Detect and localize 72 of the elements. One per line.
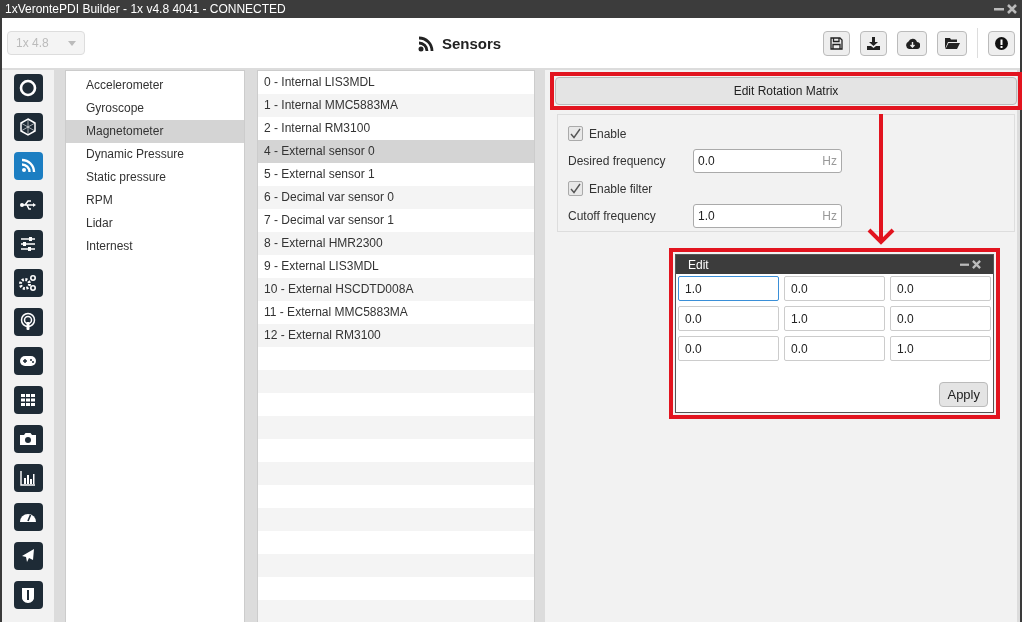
sliders-icon: [18, 234, 38, 254]
nav-button[interactable]: [13, 269, 43, 297]
sensor-item[interactable]: 10 - External HSCDTD008A: [258, 278, 534, 301]
checkbox[interactable]: [568, 181, 583, 196]
cloud-download-icon: [904, 37, 920, 49]
matrix-input[interactable]: 0.0: [784, 336, 885, 361]
matrix-input[interactable]: 0.0: [678, 336, 779, 361]
power-ring-icon: [18, 78, 38, 98]
nav-button[interactable]: [13, 191, 43, 219]
nav-button[interactable]: [13, 308, 43, 336]
close-icon[interactable]: [1007, 4, 1017, 14]
cloud-download-button[interactable]: [897, 30, 927, 56]
checkmark-icon: [570, 128, 581, 139]
field-label: Cutoff frequency: [568, 208, 657, 225]
sensor-item[interactable]: 6 - Decimal var sensor 0: [258, 186, 534, 209]
gears-icon: [18, 273, 38, 293]
matrix-input[interactable]: 1.0: [890, 336, 991, 361]
sensor-item[interactable]: 1 - Internal MMC5883MA: [258, 94, 534, 117]
dialog-title: Edit: [688, 256, 709, 274]
nav-button[interactable]: [13, 230, 43, 258]
matrix-input[interactable]: 1.0: [678, 276, 779, 301]
nav-button[interactable]: [13, 581, 43, 609]
category-item[interactable]: Accelerometer: [66, 74, 244, 97]
checkbox-label: Enable filter: [589, 180, 653, 198]
bar-chart-icon: [18, 468, 38, 488]
input-field[interactable]: 1.0 Hz: [693, 204, 842, 228]
nav-button[interactable]: [13, 113, 43, 141]
exclamation-icon: [995, 36, 1008, 50]
field-label: Desired frequency: [568, 153, 667, 170]
matrix-input[interactable]: 0.0: [890, 276, 991, 301]
sensor-item[interactable]: 4 - External sensor 0: [258, 140, 534, 163]
save-button[interactable]: [823, 30, 850, 56]
nav-button[interactable]: [13, 425, 43, 453]
matrix-input[interactable]: 0.0: [784, 276, 885, 301]
category-item[interactable]: Lidar: [66, 212, 244, 235]
checkbox-label: Enable: [589, 125, 627, 143]
apply-button[interactable]: Apply: [939, 382, 988, 407]
warning-button[interactable]: [988, 30, 1015, 56]
nav-button[interactable]: [13, 74, 43, 102]
category-item[interactable]: Magnetometer: [66, 120, 244, 143]
edit-rotation-matrix-button[interactable]: Edit Rotation Matrix: [555, 77, 1017, 105]
rss-icon: [418, 36, 434, 53]
category-item[interactable]: Internest: [66, 235, 244, 258]
unit-label: Hz: [822, 208, 837, 225]
checkmark-icon: [570, 183, 581, 194]
checkbox[interactable]: [568, 126, 583, 141]
matrix-input[interactable]: 0.0: [890, 306, 991, 331]
window-title: 1xVerontePDI Builder - 1x v4.8 4041 - CONNECTED: [5, 1, 286, 18]
input-field[interactable]: 0.0 Hz: [693, 149, 842, 173]
nav-button[interactable]: [13, 503, 43, 531]
download-button[interactable]: [860, 30, 887, 56]
category-item[interactable]: RPM: [66, 189, 244, 212]
page-title: Sensors: [442, 34, 502, 54]
nav-button[interactable]: [13, 386, 43, 414]
close-icon[interactable]: [972, 260, 981, 269]
unit-label: Hz: [822, 153, 837, 170]
download-icon: [867, 36, 880, 50]
sensor-item[interactable]: 8 - External HMR2300: [258, 232, 534, 255]
sensor-item[interactable]: 12 - External RM3100: [258, 324, 534, 347]
nav-button[interactable]: [13, 542, 43, 570]
category-item[interactable]: Static pressure: [66, 166, 244, 189]
hexagon-icon: [18, 117, 38, 137]
nav-button[interactable]: [13, 464, 43, 492]
matrix-input[interactable]: 1.0: [784, 306, 885, 331]
matrix-input[interactable]: 0.0: [678, 306, 779, 331]
category-item[interactable]: Dynamic Pressure: [66, 143, 244, 166]
nav-button[interactable]: [13, 347, 43, 375]
folder-icon: [944, 37, 960, 49]
podcast-icon: [18, 312, 38, 332]
caret-icon: [68, 40, 76, 46]
open-folder-button[interactable]: [937, 30, 967, 56]
category-item[interactable]: Gyroscope: [66, 97, 244, 120]
